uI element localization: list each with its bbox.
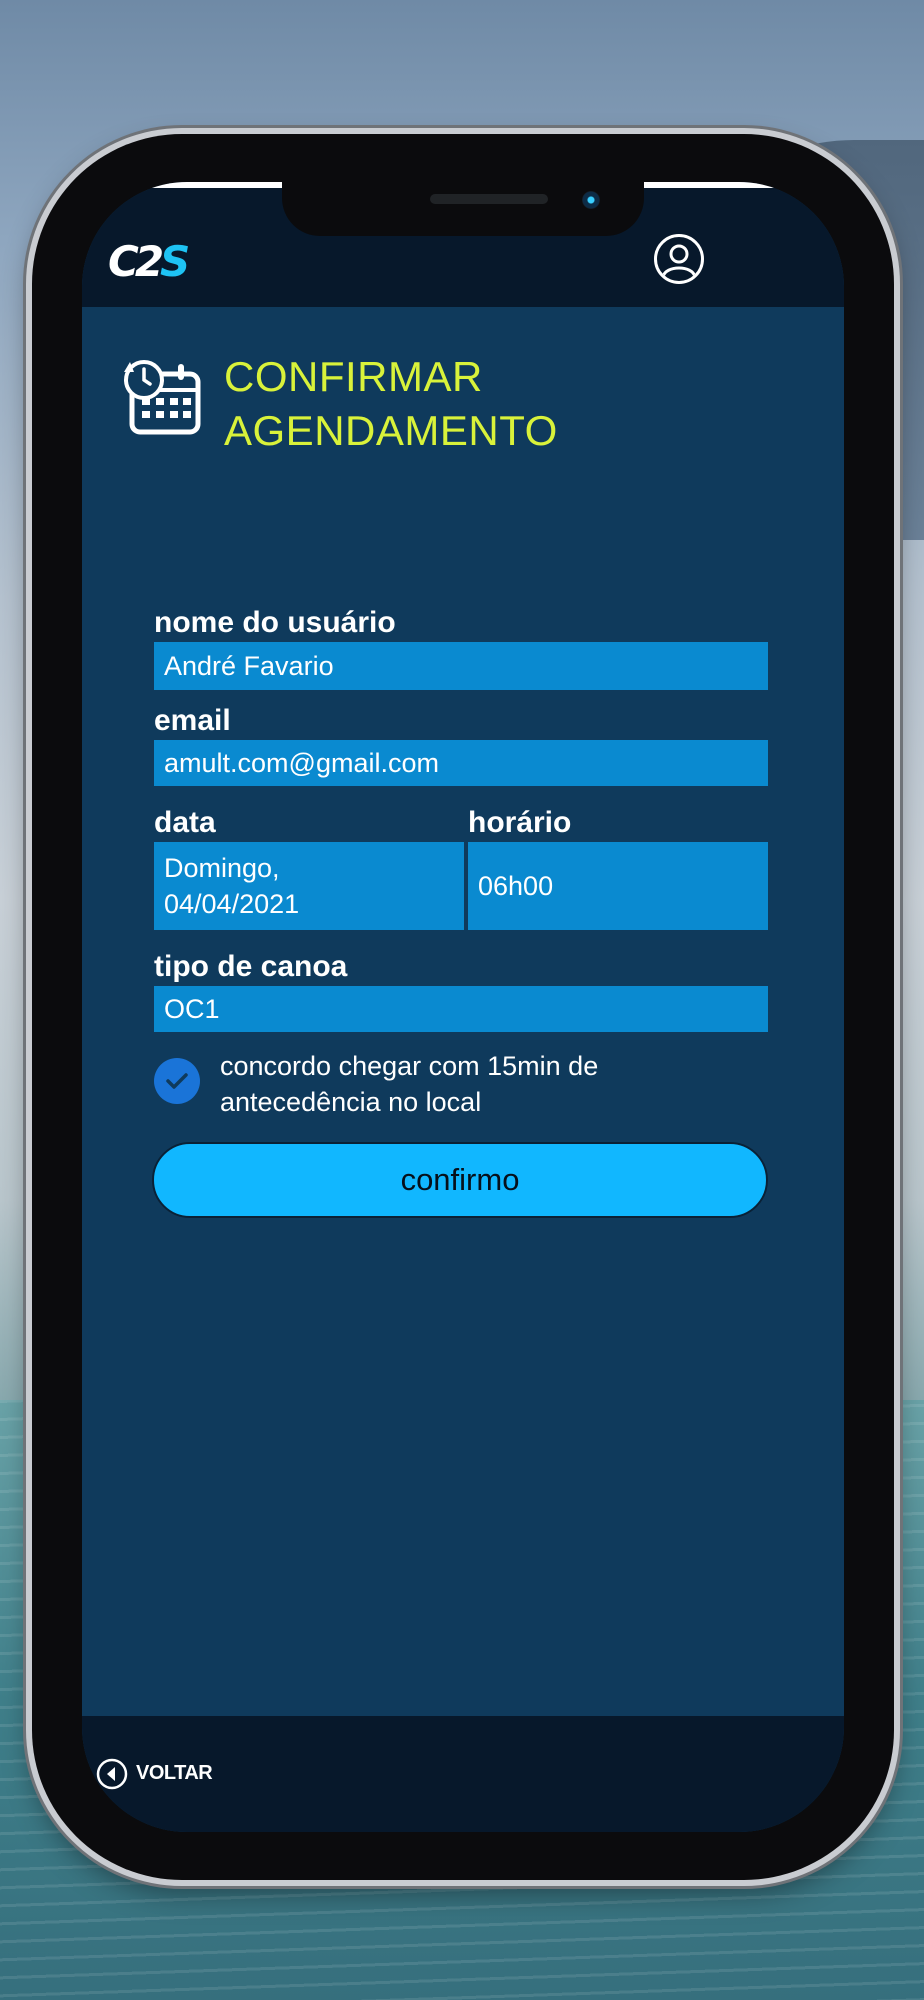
date-label: data [154,806,216,839]
date-field[interactable]: Domingo, 04/04/2021 [154,842,464,930]
checkmark-icon [166,1073,188,1089]
email-field[interactable]: amult.com@gmail.com [154,740,768,786]
time-label: horário [468,806,572,839]
back-button-label[interactable]: VOLTAR [136,1762,213,1785]
calendar-clock-icon [120,356,202,436]
agree-text: concordo chegar com 15min de antecedênci… [220,1051,599,1117]
app-screen: C2S CONFIRMAR AGENDAMENTO nome do usuári… [82,182,844,1832]
time-field[interactable]: 06h00 [468,842,768,930]
chevron-left-circle-icon[interactable] [96,1758,128,1790]
user-name-label: nome do usuário [154,606,396,639]
page-title-line2: AGENDAMENTO [224,407,558,454]
canoe-type-field[interactable]: OC1 [154,986,768,1032]
app-logo[interactable]: C2S [108,240,208,284]
page-title: CONFIRMAR AGENDAMENTO [224,350,744,458]
agree-checkbox[interactable] [154,1058,200,1104]
phone-notch [282,182,644,236]
canoe-type-label: tipo de canoa [154,950,348,983]
email-label: email [154,704,231,737]
user-circle-icon[interactable] [654,234,704,284]
phone-frame: C2S CONFIRMAR AGENDAMENTO nome do usuári… [32,134,894,1880]
user-name-field[interactable]: André Favario [154,642,768,690]
bottom-bar: VOLTAR [82,1716,844,1832]
confirm-button[interactable]: confirmo [152,1142,768,1218]
front-camera [582,191,600,209]
page-title-line1: CONFIRMAR [224,353,483,400]
speaker-grille [430,194,548,204]
